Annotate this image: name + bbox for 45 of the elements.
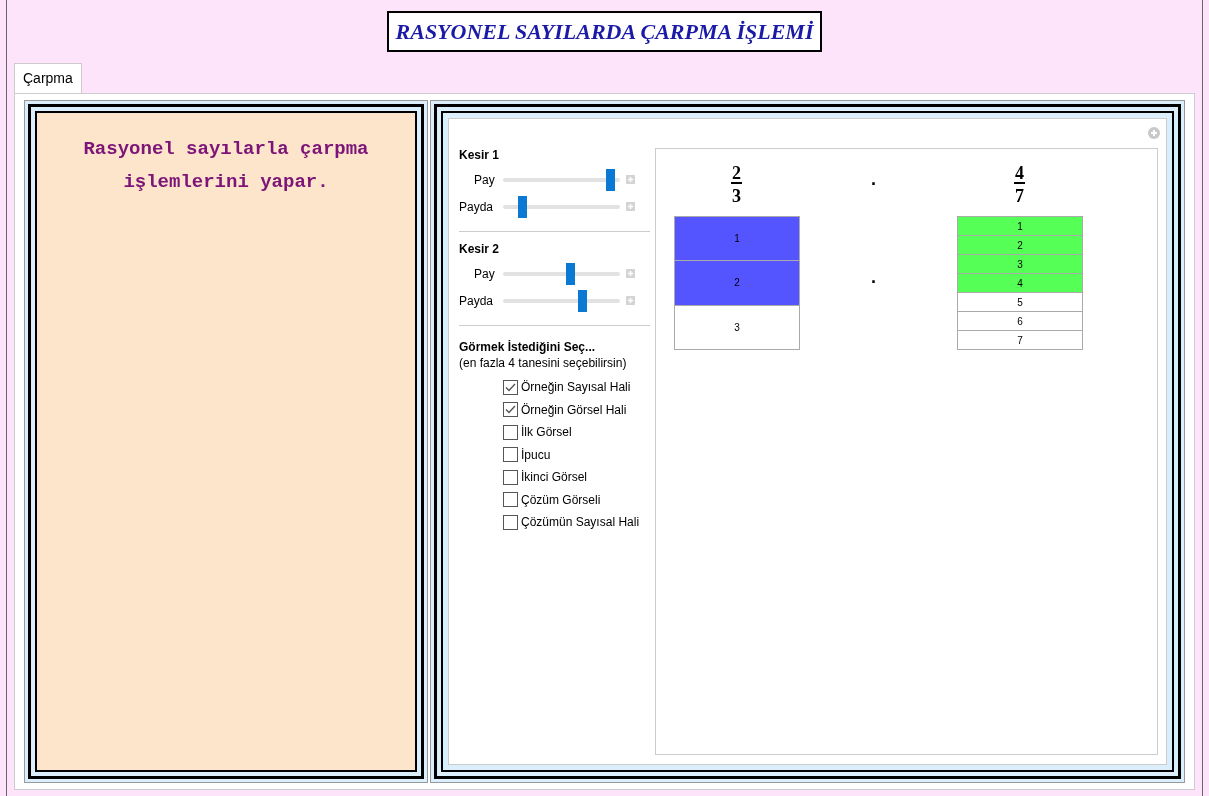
checkbox-label: İpucu xyxy=(521,446,551,464)
slider[interactable] xyxy=(503,168,620,191)
group-title: Kesir 1 xyxy=(459,148,501,163)
description-text: Rasyonel sayılarla çarpma işlemlerini yapar. xyxy=(82,137,370,195)
slider-thumb[interactable] xyxy=(577,289,587,312)
slider[interactable] xyxy=(503,289,620,312)
checkbox[interactable] xyxy=(503,402,518,418)
hint-text: (en fazla 4 tanesini seçebilirsin) xyxy=(459,355,628,372)
slider-label: Payda xyxy=(459,198,495,216)
checkbox[interactable] xyxy=(503,424,518,440)
slider-label: Pay xyxy=(473,265,496,283)
multiply-sign: · xyxy=(871,175,877,193)
slider[interactable] xyxy=(503,262,620,285)
checkbox-label: Çözümün Sayısal Hali xyxy=(521,514,640,532)
checkbox-label: Örneğin Görsel Hali xyxy=(521,401,627,419)
fraction-bar-cell: 4 xyxy=(958,273,1082,292)
fraction-bar-cell: 2 xyxy=(958,235,1082,254)
tab[interactable]: Çarpma xyxy=(14,63,82,94)
checkbox[interactable] xyxy=(503,514,518,530)
slider-thumb[interactable] xyxy=(565,262,575,285)
slider-label: Pay xyxy=(473,171,496,189)
checkbox-label: Örneğin Sayısal Hali xyxy=(521,379,631,397)
denominator: 3 xyxy=(732,187,741,206)
checkbox-label: Çözüm Görseli xyxy=(521,491,601,509)
slider-thumb[interactable] xyxy=(605,168,615,191)
multiply-sign: · xyxy=(871,273,877,291)
group-title: Kesir 2 xyxy=(459,242,501,257)
checkbox-label: İlk Görsel xyxy=(521,424,572,442)
section-title: Görmek İstediğini Seç... xyxy=(459,339,597,355)
checkbox[interactable] xyxy=(503,447,518,463)
slider-label: Payda xyxy=(459,292,495,310)
fraction-bar-cell: 1 xyxy=(958,216,1082,235)
denominator: 7 xyxy=(1015,187,1024,206)
checkbox-label: İkinci Görsel xyxy=(521,469,588,487)
fraction-bar-cell: 3 xyxy=(958,254,1082,273)
slider-thumb[interactable] xyxy=(518,195,528,218)
page-title: RASYONEL SAYILARDA ÇARPMA İŞLEMİ xyxy=(386,11,823,52)
slider[interactable] xyxy=(503,195,620,218)
fraction-bar-cell: 2 xyxy=(675,260,799,305)
fraction-bar-cell: 1 xyxy=(675,216,799,261)
checkbox[interactable] xyxy=(503,379,518,395)
checkbox[interactable] xyxy=(503,492,518,508)
numerator: 2 xyxy=(731,165,742,184)
numerator: 4 xyxy=(1014,165,1025,184)
checkbox[interactable] xyxy=(503,469,518,485)
